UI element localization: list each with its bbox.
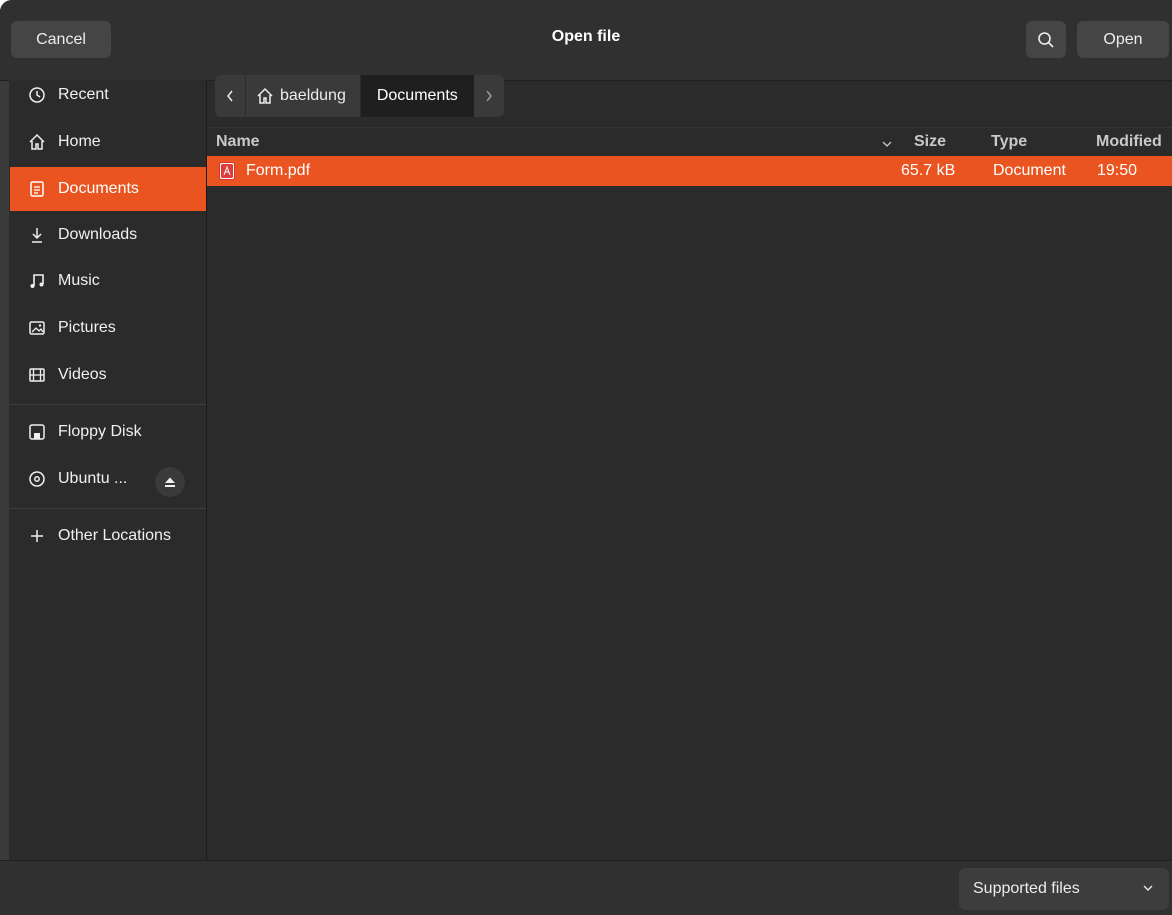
filter-label: Supported files	[973, 880, 1080, 897]
chevron-down-icon	[1143, 885, 1153, 891]
chevron-right-icon	[486, 90, 492, 102]
column-header-size[interactable]: Size	[914, 133, 946, 151]
sidebar-item-label: Other Locations	[58, 527, 171, 544]
download-icon	[26, 224, 48, 246]
sidebar-item-other-locations[interactable]: Other Locations	[10, 514, 206, 558]
file-modified: 19:50	[1097, 162, 1138, 179]
home-icon	[257, 87, 273, 104]
sidebar-item-floppy-disk[interactable]: Floppy Disk	[10, 410, 206, 454]
sort-chevron-down-icon[interactable]	[881, 136, 893, 154]
sidebar-item-ubuntu[interactable]: Ubuntu ...	[10, 457, 206, 501]
file-type: Document	[993, 162, 1066, 179]
sidebar-item-videos[interactable]: Videos	[10, 353, 206, 397]
home-icon	[26, 131, 48, 153]
sidebar-item-downloads[interactable]: Downloads	[10, 213, 206, 257]
film-icon	[26, 364, 48, 386]
sidebar-item-recent[interactable]: Recent	[10, 73, 206, 117]
path-home-button[interactable]: baeldung	[245, 75, 361, 117]
file-chooser-dialog: Cancel Open file Open Recent Home Docume…	[0, 0, 1172, 915]
path-back-button[interactable]	[215, 75, 245, 117]
floppy-icon	[26, 421, 48, 443]
search-button[interactable]	[1026, 21, 1066, 58]
file-size: 65.7 kB	[901, 162, 956, 179]
sidebar-item-label: Home	[58, 133, 101, 150]
sidebar-separator	[10, 404, 206, 405]
clock-icon	[26, 84, 48, 106]
file-row[interactable]: Form.pdf 65.7 kB Document 19:50	[207, 156, 1172, 186]
column-header-name[interactable]: Name	[216, 133, 260, 151]
sidebar-item-label: Downloads	[58, 226, 138, 243]
sidebar-item-pictures[interactable]: Pictures	[10, 306, 206, 350]
disc-icon	[26, 468, 48, 490]
sidebar-separator	[10, 508, 206, 509]
sidebar-item-label: Floppy Disk	[58, 423, 142, 440]
places-sidebar: Recent Home Documents Downloads Music Pi…	[9, 80, 207, 860]
file-type-filter-select[interactable]: Supported files	[959, 868, 1169, 910]
file-list-header: Name Size Type Modified	[207, 127, 1172, 156]
path-home-label: baeldung	[280, 87, 346, 104]
sidebar-item-label: Recent	[58, 86, 109, 103]
path-current-button[interactable]: Documents	[360, 75, 474, 117]
file-name: Form.pdf	[246, 162, 311, 179]
plus-icon	[26, 525, 48, 547]
sidebar-item-label: Ubuntu ...	[58, 470, 128, 487]
music-icon	[26, 270, 48, 292]
sidebar-item-label: Pictures	[58, 319, 116, 336]
open-button[interactable]: Open	[1077, 21, 1169, 58]
search-icon	[1038, 31, 1054, 48]
sidebar-item-label: Videos	[58, 366, 107, 383]
footer-bar: Supported files	[0, 860, 1172, 915]
path-current-label: Documents	[376, 87, 458, 104]
sidebar-item-documents[interactable]: Documents	[10, 167, 206, 211]
sidebar-item-label: Music	[58, 272, 100, 289]
dialog-title: Open file	[551, 28, 621, 45]
sidebar-item-home[interactable]: Home	[10, 120, 206, 164]
path-forward-button[interactable]	[474, 75, 504, 117]
picture-icon	[26, 317, 48, 339]
column-header-modified[interactable]: Modified	[1096, 133, 1162, 151]
eject-icon	[165, 477, 175, 487]
document-icon	[26, 178, 48, 200]
header-bar: Cancel Open file Open	[0, 0, 1172, 81]
column-header-type[interactable]: Type	[991, 133, 1027, 151]
sidebar-item-label: Documents	[58, 180, 139, 197]
chevron-left-icon	[227, 90, 233, 102]
eject-button[interactable]	[155, 467, 185, 497]
pdf-file-icon	[219, 162, 235, 180]
sidebar-item-music[interactable]: Music	[10, 259, 206, 303]
path-bar: baeldung Documents	[215, 75, 504, 117]
